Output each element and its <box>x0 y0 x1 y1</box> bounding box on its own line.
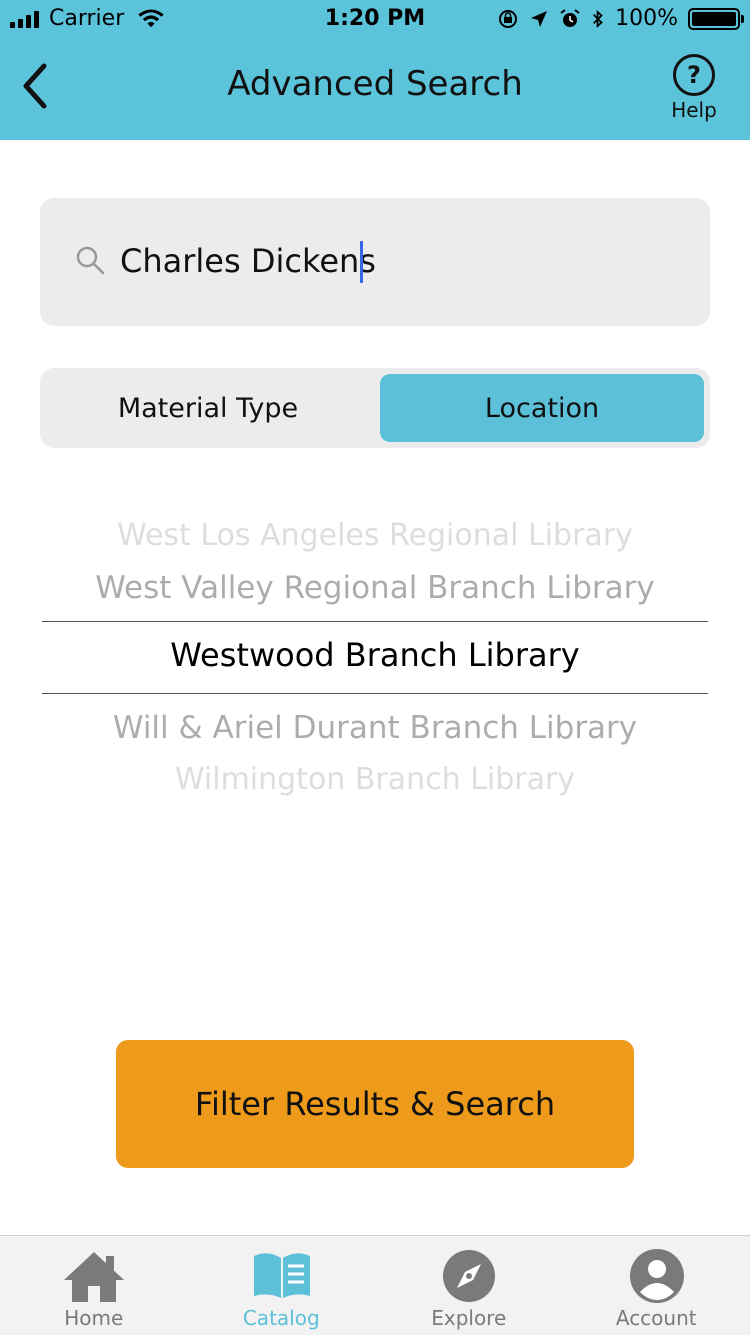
account-icon <box>625 1248 689 1304</box>
filter-search-button[interactable]: Filter Results & Search <box>116 1040 634 1168</box>
tab-bar: Home Catalog Explore Account <box>0 1235 750 1335</box>
segment-location[interactable]: Location <box>380 374 704 442</box>
tab-label: Catalog <box>188 1306 376 1330</box>
help-label: Help <box>662 98 726 122</box>
page-title: Advanced Search <box>0 64 750 104</box>
tab-label: Home <box>0 1306 188 1330</box>
tab-catalog[interactable]: Catalog <box>188 1236 376 1335</box>
picker-selection-line-bottom <box>42 693 708 694</box>
compass-icon <box>437 1248 501 1304</box>
location-picker[interactable]: West Los Angeles Regional Library West V… <box>0 490 750 820</box>
battery-icon <box>688 8 740 30</box>
alarm-icon <box>559 8 581 30</box>
search-field[interactable] <box>40 198 710 326</box>
picker-option[interactable]: Will & Ariel Durant Branch Library <box>0 710 750 746</box>
picker-selection-line-top <box>42 621 708 622</box>
catalog-book-icon <box>250 1248 314 1304</box>
header-bar: Carrier 1:20 PM <box>0 0 750 140</box>
tab-home[interactable]: Home <box>0 1236 188 1335</box>
help-icon: ? <box>673 54 715 96</box>
search-icon <box>74 244 106 276</box>
status-bar: Carrier 1:20 PM <box>0 0 750 40</box>
orientation-lock-icon <box>497 8 519 30</box>
picker-option[interactable]: Wilmington Branch Library <box>0 762 750 797</box>
help-button[interactable]: ? Help <box>662 54 726 122</box>
tab-label: Explore <box>375 1306 563 1330</box>
picker-option[interactable]: West Valley Regional Branch Library <box>0 570 750 606</box>
home-icon <box>62 1248 126 1304</box>
battery-percent: 100% <box>615 6 678 31</box>
tab-account[interactable]: Account <box>563 1236 750 1335</box>
picker-option-selected[interactable]: Westwood Branch Library <box>0 636 750 674</box>
tab-explore[interactable]: Explore <box>375 1236 563 1335</box>
location-arrow-icon <box>529 9 549 29</box>
bluetooth-icon <box>591 8 605 30</box>
status-right: 100% <box>497 6 740 31</box>
tab-label: Account <box>563 1306 750 1330</box>
segment-material-type[interactable]: Material Type <box>46 374 370 442</box>
search-input[interactable] <box>120 236 680 286</box>
text-cursor <box>360 241 363 283</box>
picker-option[interactable]: West Los Angeles Regional Library <box>0 518 750 553</box>
filter-segmented-control: Material Type Location <box>40 368 710 448</box>
